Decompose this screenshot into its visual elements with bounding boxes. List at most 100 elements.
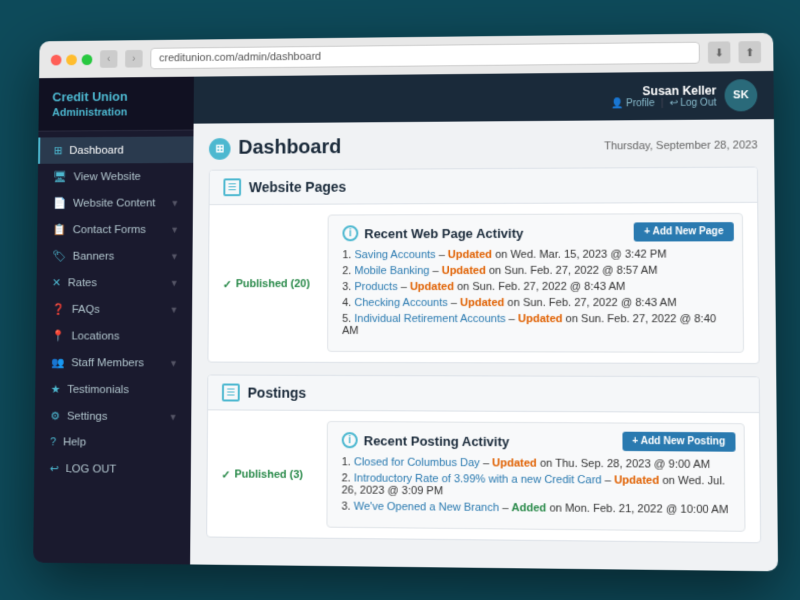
nav-icon-locations: 📍 xyxy=(51,330,64,343)
published-badge-website-pages: ✓Published (20) xyxy=(222,215,312,352)
nav-arrow-settings: ▼ xyxy=(169,412,178,422)
activity-list-website-pages: 1. Saving Accounts – Updated on Wed. Mar… xyxy=(342,248,728,337)
activity-box-website-pages: + Add New PageiRecent Web Page Activity1… xyxy=(327,213,744,353)
nav-arrow-faqs: ▼ xyxy=(170,304,179,314)
section-title-postings: Postings xyxy=(248,385,307,401)
nav-icon-logout: ↩ xyxy=(50,462,59,475)
activity-link[interactable]: Saving Accounts xyxy=(355,249,436,261)
sidebar-item-view-website[interactable]: 🖥 View Website xyxy=(38,163,194,190)
nav-arrow-staff-members: ▼ xyxy=(169,358,178,368)
activity-item: 5. Individual Retirement Accounts – Upda… xyxy=(342,313,728,338)
fullscreen-button-traffic[interactable] xyxy=(82,54,93,65)
action-label: Updated xyxy=(518,313,563,325)
sidebar-item-locations[interactable]: 📍 Locations xyxy=(36,323,192,350)
close-button-traffic[interactable] xyxy=(51,54,62,65)
nav-icon-settings: ⚙ xyxy=(50,410,60,423)
section-postings: ☰ Postings ✓Published (3)+ Add New Posti… xyxy=(206,374,761,543)
add-button-website-pages[interactable]: + Add New Page xyxy=(634,222,734,241)
sidebar-item-website-content[interactable]: 📄 Website Content ▼ xyxy=(37,189,193,216)
sidebar-item-dashboard[interactable]: ⊞ Dashboard xyxy=(38,136,193,163)
main-content-area: Susan Keller 👤 Profile | ↩ Log Out xyxy=(190,71,778,571)
section-title-website-pages: Website Pages xyxy=(249,179,346,195)
forward-button[interactable]: › xyxy=(125,50,143,68)
page-header: ⊞ Dashboard Thursday, September 28, 2023 xyxy=(209,133,758,160)
user-avatar: SK xyxy=(724,79,757,111)
activity-title-text-postings: Recent Posting Activity xyxy=(364,433,510,449)
sidebar-item-contact-forms[interactable]: 📋 Contact Forms ▼ xyxy=(37,216,193,243)
sidebar-item-logout[interactable]: ↩ LOG OUT xyxy=(34,455,191,483)
add-button-postings[interactable]: + Add New Posting xyxy=(622,432,736,452)
nav-icon-dashboard: ⊞ xyxy=(54,144,63,157)
activity-link[interactable]: Products xyxy=(354,281,397,293)
logout-icon: ↩ xyxy=(670,97,679,108)
nav-arrow-rates: ▼ xyxy=(170,278,179,288)
nav-icon-faqs: ❓ xyxy=(52,303,65,316)
date-text: on Sun. Feb. 27, 2022 @ 8:57 AM xyxy=(489,265,658,277)
sidebar-item-help[interactable]: ? Help xyxy=(34,429,191,456)
sidebar-item-rates[interactable]: ✕ Rates ▼ xyxy=(36,269,192,296)
back-button[interactable]: ‹ xyxy=(100,50,118,68)
page-date: Thursday, September 28, 2023 xyxy=(604,139,758,152)
sidebar-nav: ⊞ Dashboard 🖥 View Website 📄 Website Con… xyxy=(34,131,193,490)
published-badge-postings: ✓Published (3) xyxy=(221,420,311,527)
logout-link[interactable]: ↩ Log Out xyxy=(670,97,717,108)
activity-link[interactable]: Closed for Columbus Day xyxy=(354,456,480,469)
nav-label-contact-forms: Contact Forms xyxy=(73,223,171,235)
date-text: on Wed. Mar. 15, 2023 @ 3:42 PM xyxy=(495,249,667,261)
activity-item: 1. Closed for Columbus Day – Updated on … xyxy=(342,456,730,471)
nav-arrow-website-content: ▼ xyxy=(171,198,180,208)
sidebar-item-settings[interactable]: ⚙ Settings ▼ xyxy=(35,403,192,431)
sidebar-item-faqs[interactable]: ❓ FAQs ▼ xyxy=(36,296,192,323)
activity-box-postings: + Add New Posting i Recent Posting Activit… xyxy=(326,421,745,532)
activity-link[interactable]: Individual Retirement Accounts xyxy=(354,313,505,325)
info-icon-postings: i xyxy=(342,432,358,448)
nav-label-view-website: View Website xyxy=(74,170,180,182)
nav-icon-testimonials: ★ xyxy=(51,383,61,396)
nav-arrow-banners: ▼ xyxy=(170,251,179,261)
nav-label-testimonials: Testimonials xyxy=(67,383,178,395)
nav-label-staff-members: Staff Members xyxy=(71,357,169,369)
activity-item: 3. We've Opened a New Branch – Added on … xyxy=(341,501,729,517)
activity-link[interactable]: Mobile Banking xyxy=(354,265,429,277)
url-bar[interactable]: creditunion.com/admin/dashboard xyxy=(150,42,700,70)
page-main: ⊞ Dashboard Thursday, September 28, 2023… xyxy=(190,119,778,571)
nav-icon-contact-forms: 📋 xyxy=(53,223,66,236)
activity-title-text-website-pages: Recent Web Page Activity xyxy=(364,225,523,240)
section-icon-website-pages: ☰ xyxy=(223,178,241,196)
nav-icon-staff-members: 👥 xyxy=(51,356,64,369)
activity-link[interactable]: We've Opened a New Branch xyxy=(354,501,499,514)
sidebar-item-staff-members[interactable]: 👥 Staff Members ▼ xyxy=(35,349,191,376)
nav-label-settings: Settings xyxy=(67,410,169,422)
page-title-text: Dashboard xyxy=(238,136,341,159)
sidebar: Credit Union Administration ⊞ Dashboard … xyxy=(33,77,194,565)
activity-item: 2. Mobile Banking – Updated on Sun. Feb.… xyxy=(342,265,728,278)
nav-label-banners: Banners xyxy=(73,250,171,262)
nav-icon-view-website: 🖥 xyxy=(53,170,67,183)
action-label: Updated xyxy=(410,281,454,293)
nav-label-faqs: FAQs xyxy=(72,303,170,315)
activity-item: 4. Checking Accounts – Updated on Sun. F… xyxy=(342,297,728,309)
activity-link[interactable]: Checking Accounts xyxy=(354,297,447,309)
profile-link[interactable]: 👤 Profile xyxy=(611,98,654,109)
app-container: Credit Union Administration ⊞ Dashboard … xyxy=(33,71,778,571)
minimize-button-traffic[interactable] xyxy=(66,54,77,65)
section-header-website-pages: ☰ Website Pages xyxy=(210,168,758,206)
share-icon[interactable]: ⬆ xyxy=(738,41,761,63)
sections-container: ☰ Website Pages ✓Published (20)+ Add New… xyxy=(206,167,761,544)
action-label: Updated xyxy=(492,457,537,469)
published-label-website-pages: Published (20) xyxy=(236,278,310,290)
sidebar-item-banners[interactable]: 🏷 Banners ▼ xyxy=(37,243,193,270)
nav-arrow-contact-forms: ▼ xyxy=(170,224,179,234)
browser-window: ‹ › creditunion.com/admin/dashboard ⬇ ⬆ … xyxy=(33,33,778,571)
user-name: Susan Keller xyxy=(611,83,716,98)
sidebar-logo: Credit Union Administration xyxy=(38,77,193,132)
activity-item: 3. Products – Updated on Sun. Feb. 27, 2… xyxy=(342,281,728,293)
sidebar-item-testimonials[interactable]: ★ Testimonials xyxy=(35,376,191,403)
published-label-postings: Published (3) xyxy=(234,469,303,482)
section-header-postings: ☰ Postings xyxy=(208,375,759,413)
download-icon[interactable]: ⬇ xyxy=(708,41,731,63)
user-details: Susan Keller 👤 Profile | ↩ Log Out xyxy=(611,83,716,109)
dashboard-icon: ⊞ xyxy=(209,138,231,160)
person-icon: 👤 xyxy=(611,98,624,109)
nav-label-help: Help xyxy=(63,436,177,449)
